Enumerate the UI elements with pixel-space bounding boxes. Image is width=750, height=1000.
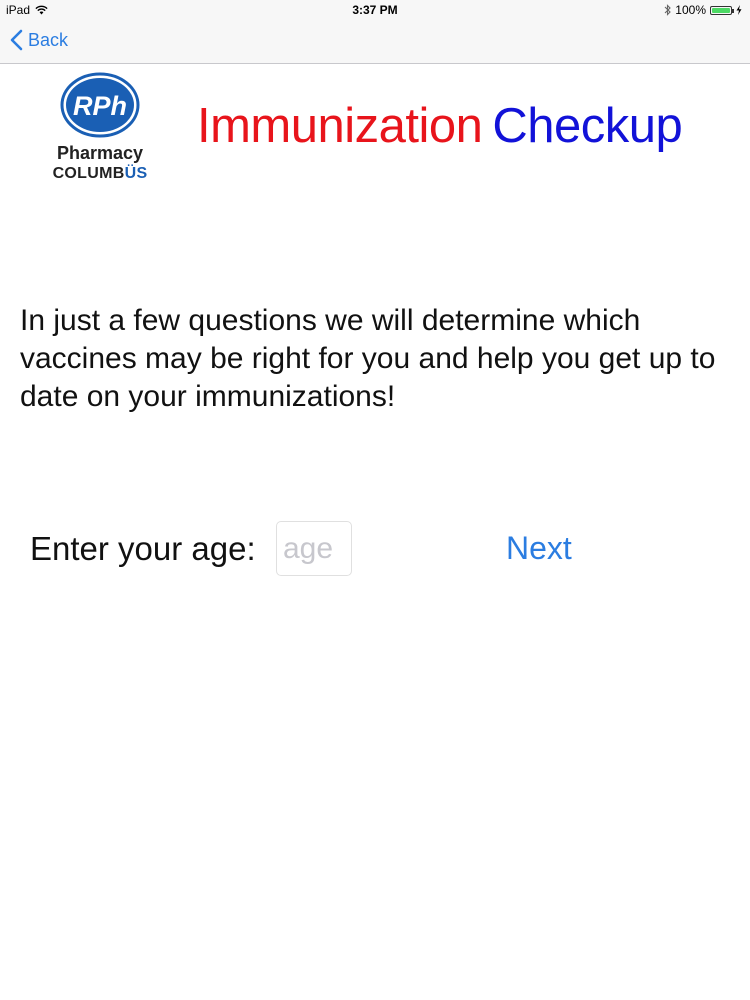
logo-badge-text: RPh (73, 91, 127, 121)
logo-columbus-prefix: COLUMB (52, 165, 125, 182)
app-title: Immunization Checkup (197, 98, 683, 154)
status-bar: iPad 3:37 PM 100% (0, 0, 750, 20)
battery-fill (712, 7, 730, 13)
page: iPad 3:37 PM 100% Back RPh Pharmacy COLU… (0, 0, 750, 1000)
status-right: 100% (664, 3, 742, 17)
intro-text: In just a few questions we will determin… (20, 304, 716, 413)
charging-icon (736, 5, 742, 15)
chevron-left-icon (10, 29, 23, 51)
logo-pharmacy-text: Pharmacy (56, 143, 144, 163)
logo-columbus-accent: ÜS (124, 165, 148, 182)
status-time: 3:37 PM (352, 3, 398, 17)
bluetooth-icon (664, 4, 672, 16)
battery-percent: 100% (675, 3, 706, 17)
rph-badge-icon: RPh (60, 72, 140, 138)
back-button[interactable]: Back (10, 29, 68, 51)
title-checkup: Checkup (492, 99, 683, 153)
logo-columbus-text: COLUMBÜS (44, 165, 156, 183)
nav-bar: Back (0, 20, 750, 64)
next-button[interactable]: Next (506, 530, 572, 567)
title-immunization: Immunization (197, 99, 483, 153)
back-label: Back (28, 29, 69, 50)
pharmacy-logo: RPh Pharmacy COLUMBÜS (44, 72, 156, 184)
age-label: Enter your age: (30, 530, 256, 567)
battery-icon (710, 5, 734, 15)
age-input[interactable] (276, 521, 352, 576)
